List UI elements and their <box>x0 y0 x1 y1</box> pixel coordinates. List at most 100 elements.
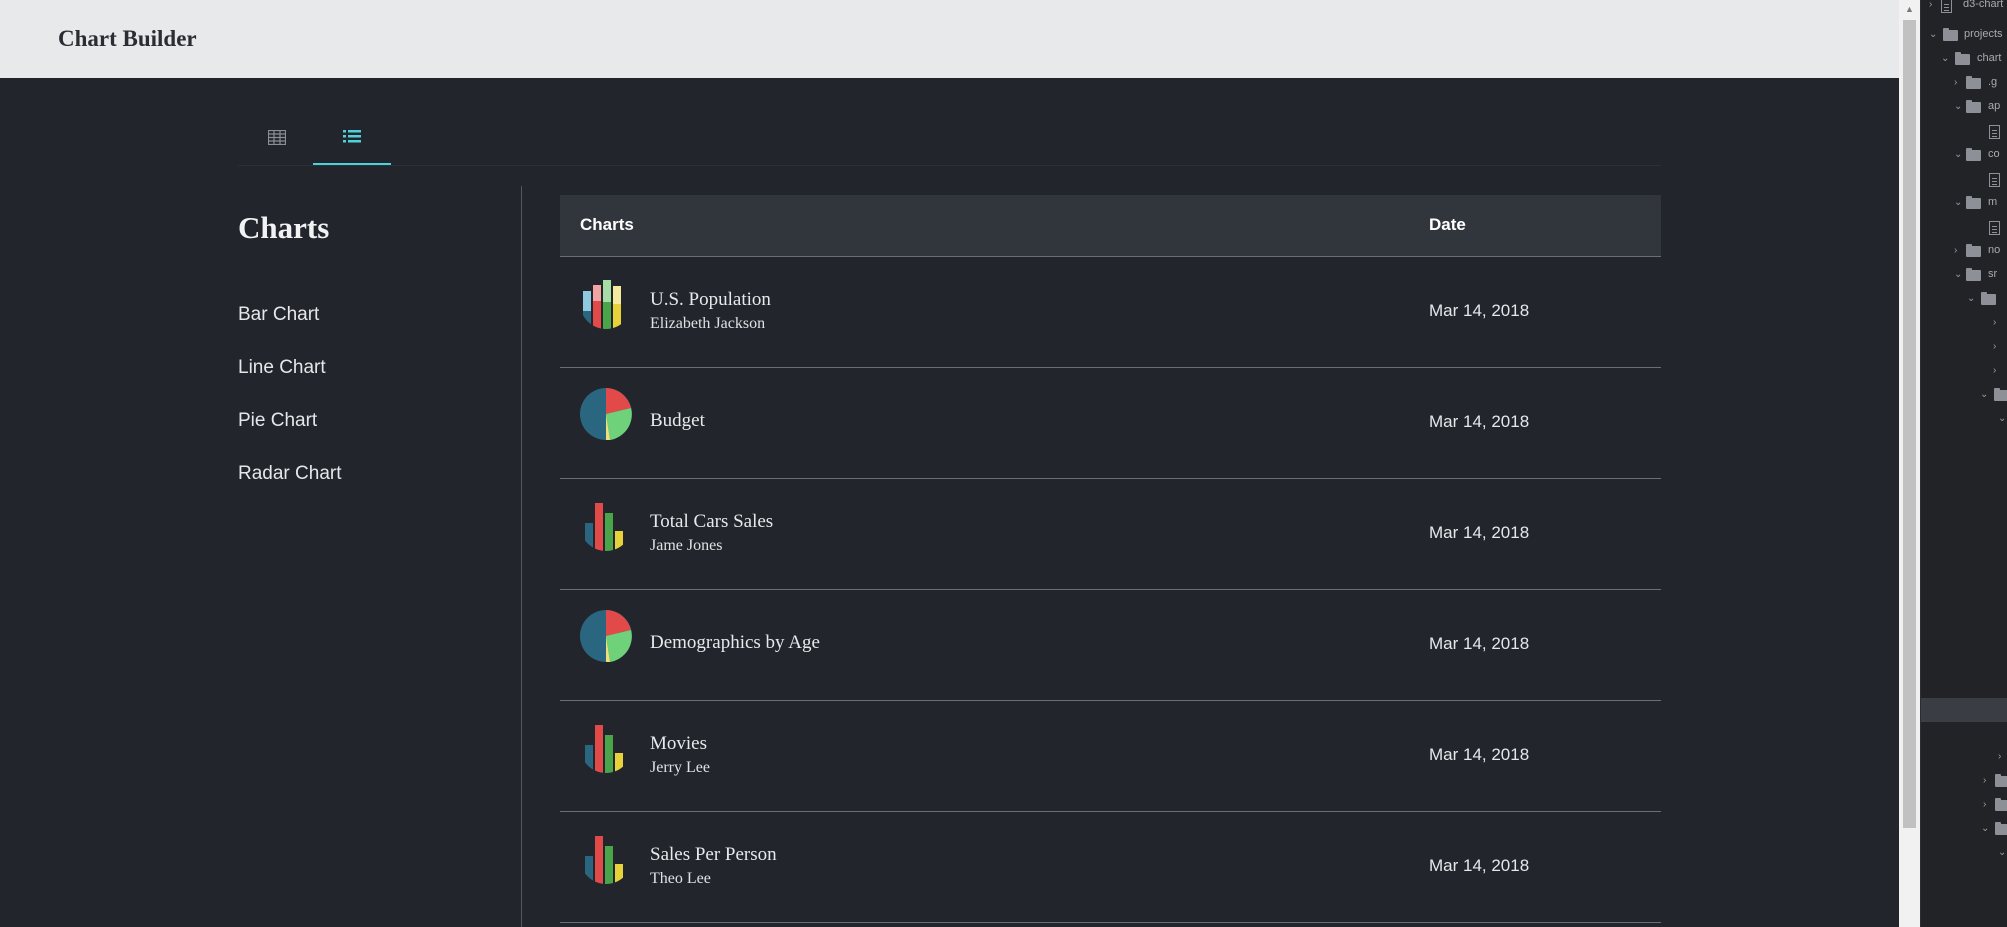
tree-item-label: sr <box>1988 268 1998 280</box>
table-row[interactable]: Demographics by Age Mar 14, 2018 <box>560 590 1661 701</box>
chevron-right-icon: › <box>1993 365 1997 376</box>
sidebar-item-pie-chart[interactable]: Pie Chart <box>238 410 342 463</box>
app-header: Chart Builder <box>0 0 1899 78</box>
scroll-up-arrow-icon[interactable]: ▲ <box>1905 4 1914 14</box>
chart-date: Mar 14, 2018 <box>1429 856 1530 875</box>
chevron-down-icon: ⌄ <box>1954 269 1963 280</box>
tree-item[interactable]: › no <box>1921 240 2007 264</box>
tree-item[interactable]: › d3-chart <box>1921 0 2007 18</box>
tree-item[interactable]: ⌄ chart <box>1921 48 2007 72</box>
chevron-down-icon: ⌄ <box>1941 53 1950 64</box>
folder-icon <box>1994 388 2007 401</box>
table-row[interactable]: U.S. Population Elizabeth Jackson Mar 14… <box>560 257 1661 368</box>
sidebar-title: Charts <box>238 210 330 245</box>
pie-chart-icon <box>580 388 632 440</box>
tree-item[interactable]: › <box>1921 312 2007 336</box>
table-row[interactable]: Budget Mar 14, 2018 <box>560 368 1661 479</box>
chart-name: U.S. Population <box>650 289 771 310</box>
project-icon <box>1941 0 1952 13</box>
chart-author: Theo Lee <box>650 870 711 887</box>
chevron-right-icon: › <box>1993 317 1997 328</box>
chart-name: Budget <box>650 410 705 431</box>
table-row[interactable]: Movies Jerry Lee Mar 14, 2018 <box>560 701 1661 812</box>
tree-item[interactable]: › .g <box>1921 72 2007 96</box>
tree-item-label: co <box>1988 148 2000 160</box>
tree-item[interactable] <box>1921 120 2007 144</box>
tree-item[interactable]: ⌄ ap <box>1921 96 2007 120</box>
chevron-down-icon: ⌄ <box>1929 29 1938 40</box>
folder-icon <box>1966 148 1981 161</box>
chart-date: Mar 14, 2018 <box>1429 301 1530 320</box>
chevron-right-icon: › <box>1954 245 1958 256</box>
chevron-down-icon: ⌄ <box>1954 197 1963 208</box>
folder-icon <box>1955 52 1970 65</box>
tree-item[interactable]: › <box>1921 746 2007 770</box>
tree-item[interactable]: ⌄ <box>1921 384 2007 408</box>
bar-chart-icon <box>585 836 623 884</box>
tree-item[interactable]: ⌄ <box>1921 408 2007 432</box>
tree-item[interactable]: ⌄ co <box>1921 144 2007 168</box>
column-header-charts[interactable]: Charts <box>580 215 634 235</box>
tree-item-selected[interactable] <box>1921 698 2007 722</box>
table-row[interactable]: Sales Per Person Theo Lee Mar 14, 2018 <box>560 812 1661 923</box>
sidebar-item-line-chart[interactable]: Line Chart <box>238 357 342 410</box>
app-window: Chart Builder Charts Bar Chart Line Char… <box>0 0 1899 927</box>
chart-date: Mar 14, 2018 <box>1429 412 1530 431</box>
tree-item[interactable]: ⌄ <box>1921 288 2007 312</box>
scrollbar-thumb[interactable] <box>1903 20 1916 828</box>
chevron-right-icon: › <box>1993 341 1997 352</box>
chart-date: Mar 14, 2018 <box>1429 634 1530 653</box>
chevron-down-icon: ⌄ <box>1998 413 2007 424</box>
view-tabs <box>238 110 1661 166</box>
tree-item[interactable]: ⌄ m <box>1921 192 2007 216</box>
chevron-down-icon: ⌄ <box>1998 847 2007 858</box>
chart-date: Mar 14, 2018 <box>1429 523 1530 542</box>
tree-item-label: no <box>1988 244 2001 256</box>
chart-date: Mar 14, 2018 <box>1429 745 1530 764</box>
sidebar-item-bar-chart[interactable]: Bar Chart <box>238 304 342 357</box>
folder-icon <box>1995 774 2007 787</box>
tree-item[interactable]: › <box>1921 360 2007 384</box>
tab-list-view[interactable] <box>313 110 391 165</box>
tab-grid-view[interactable] <box>238 110 316 164</box>
chevron-down-icon: ⌄ <box>1954 149 1963 160</box>
folder-icon <box>1966 268 1981 281</box>
file-icon <box>1989 125 2000 139</box>
bar-chart-icon <box>583 280 621 329</box>
tree-item[interactable]: › <box>1921 770 2007 794</box>
bar-chart-icon <box>585 503 623 551</box>
ide-project-panel: › d3-chart ⌄ projects ⌄ chart › .g ⌄ ap … <box>1920 0 2007 927</box>
chevron-down-icon: ⌄ <box>1980 389 1989 400</box>
tree-item[interactable]: ⌄ projects <box>1921 24 2007 48</box>
chart-author: Elizabeth Jackson <box>650 315 766 332</box>
folder-icon <box>1966 244 1981 257</box>
file-icon <box>1989 221 2000 235</box>
folder-icon <box>1966 76 1981 89</box>
column-header-date[interactable]: Date <box>1429 215 1466 235</box>
table-header: Charts Date <box>560 195 1661 257</box>
tree-item-label: m <box>1988 196 1998 208</box>
tree-item[interactable]: ⌄ <box>1921 818 2007 842</box>
tree-item[interactable]: ⌄ <box>1921 842 2007 866</box>
bar-chart-icon <box>585 725 623 773</box>
tree-item[interactable]: ⌄ sr <box>1921 264 2007 288</box>
chart-name: Movies <box>650 733 707 754</box>
chart-author: Jame Jones <box>650 537 723 554</box>
chevron-right-icon: › <box>1954 77 1958 88</box>
tree-item[interactable]: › <box>1921 794 2007 818</box>
page-scrollbar[interactable]: ▲ <box>1899 0 1920 927</box>
sidebar-item-radar-chart[interactable]: Radar Chart <box>238 463 342 516</box>
list-icon <box>343 130 361 143</box>
table-row[interactable]: Total Cars Sales Jame Jones Mar 14, 2018 <box>560 479 1661 590</box>
tree-item-label: ap <box>1988 100 2001 112</box>
tree-item[interactable] <box>1921 216 2007 240</box>
chevron-right-icon: › <box>1998 751 2002 762</box>
chevron-down-icon: ⌄ <box>1954 101 1963 112</box>
sidebar-list: Bar Chart Line Chart Pie Chart Radar Cha… <box>238 304 342 516</box>
charts-table: Charts Date U.S. Population Elizabeth Ja… <box>560 195 1661 923</box>
folder-icon <box>1981 292 1996 305</box>
tree-item-label: chart <box>1977 52 2002 64</box>
chart-author: Jerry Lee <box>650 759 710 776</box>
tree-item[interactable]: › <box>1921 336 2007 360</box>
tree-item[interactable] <box>1921 168 2007 192</box>
